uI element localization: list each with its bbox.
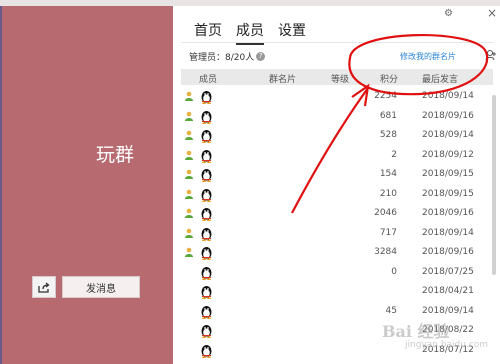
annotation-arrowhead: [351, 83, 370, 107]
watermark-sub: jingyan.baidu.com: [405, 340, 489, 350]
annotation-ellipse: [348, 33, 489, 96]
annotation-arrow-line: [291, 87, 369, 214]
red-annotation: [291, 33, 489, 214]
watermark: Bai 经验: [382, 322, 450, 341]
